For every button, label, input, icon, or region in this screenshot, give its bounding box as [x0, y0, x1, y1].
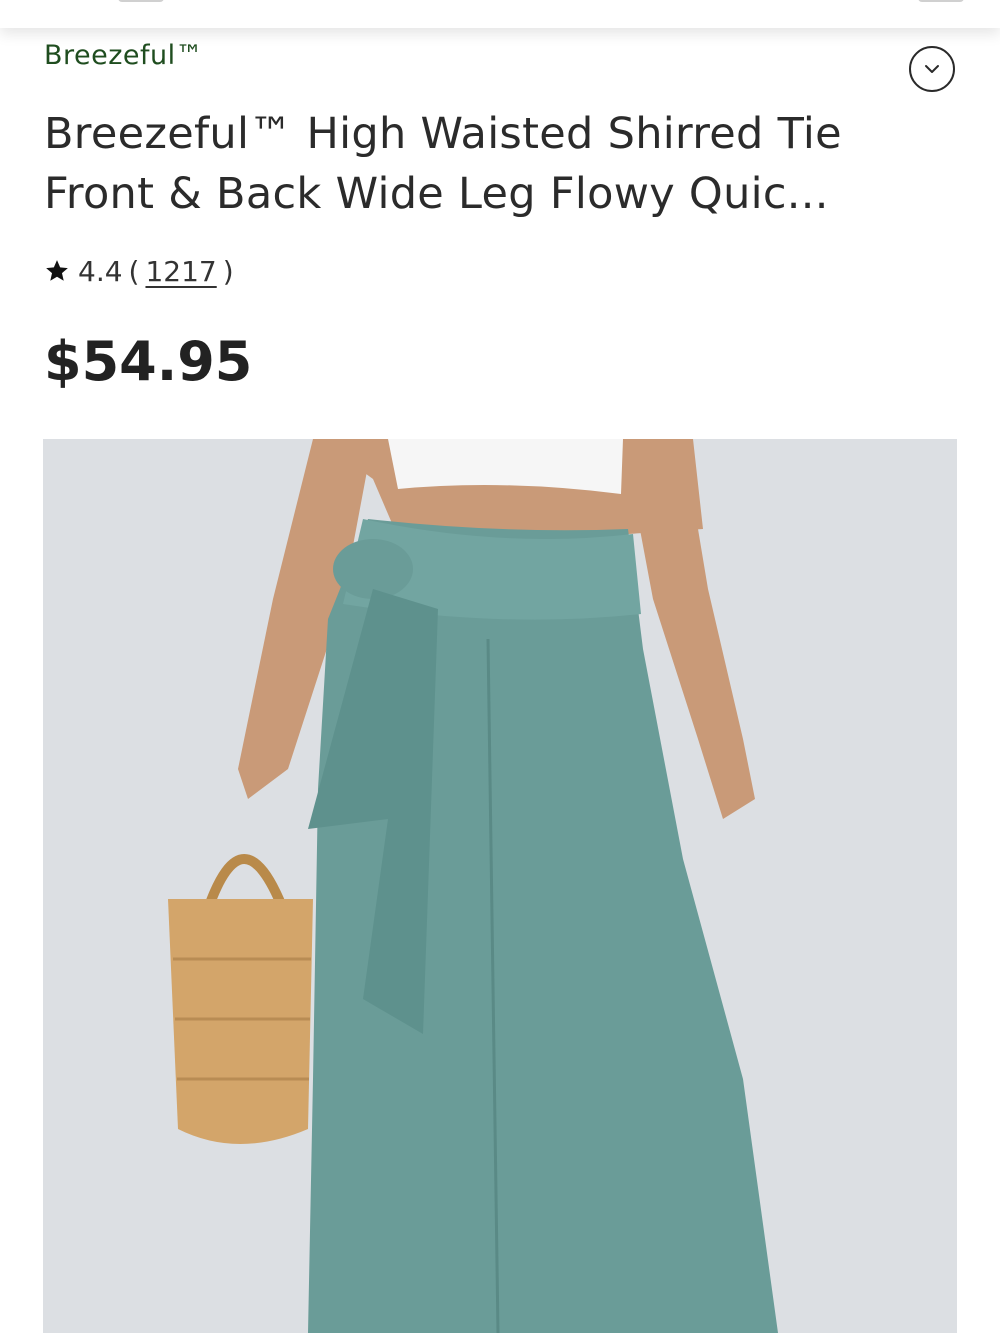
price: $54.95: [44, 330, 253, 393]
expand-button[interactable]: [909, 46, 955, 92]
top-nav-bar: [0, 0, 1000, 28]
product-image[interactable]: [43, 439, 957, 1333]
product-title: Breezeful™ High Waisted Shirred Tie Fron…: [44, 109, 842, 219]
rating-value: 4.4: [78, 254, 123, 288]
rating-row: 4.4 ( 1217 ): [44, 252, 240, 290]
nav-fragment-left[interactable]: [118, 0, 164, 2]
chevron-down-icon: [925, 65, 939, 73]
product-photo: [43, 439, 957, 1333]
brand-name[interactable]: Breezeful™: [44, 40, 203, 71]
nav-fragment-right[interactable]: [918, 0, 964, 2]
review-count-link[interactable]: 1217: [145, 255, 216, 288]
paren-open: (: [128, 254, 140, 288]
paren-close: ): [222, 254, 234, 288]
star-icon: [46, 260, 68, 281]
